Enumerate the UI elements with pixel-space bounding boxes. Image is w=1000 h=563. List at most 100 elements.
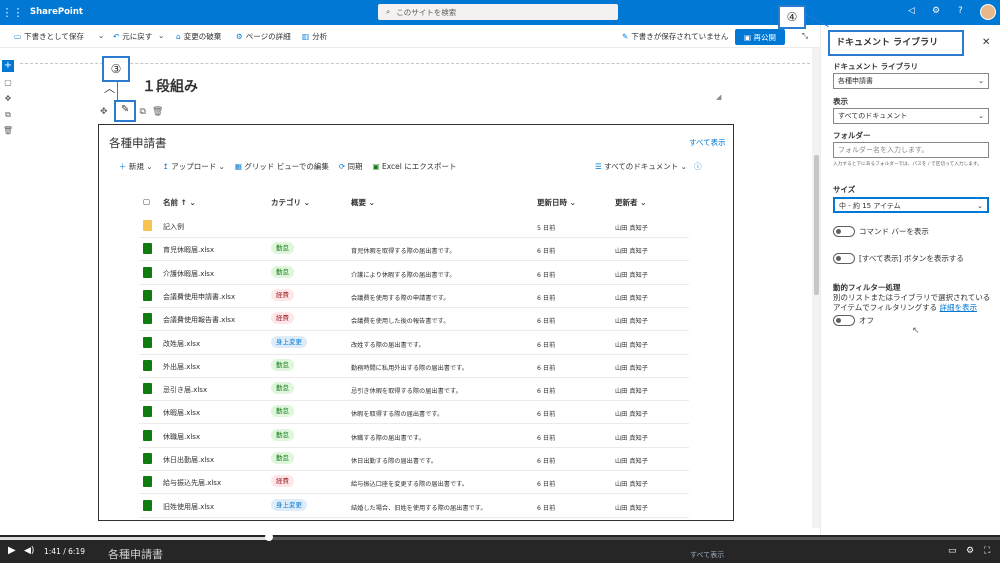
app-launcher-icon[interactable]: ⋮⋮ [0,0,25,25]
dynamic-filter-toggle[interactable] [833,315,855,326]
file-name[interactable]: 休職届.xlsx [163,432,200,442]
page-details-button[interactable]: ⚙ ページの詳細 [236,31,291,42]
table-row[interactable]: 旧姓使用届.xlsx 身上変更 結婚した場合、旧姓を使用する際の届出書です。 6 日前… [139,495,689,518]
summary-text: 改姓する際の届出書です。 [351,341,425,349]
file-name[interactable]: 休暇届.xlsx [163,408,200,418]
search-box[interactable]: ⌕ このサイトを検索 [378,4,618,20]
details-link[interactable]: 詳細を表示 [940,303,978,312]
excel-file-icon [143,313,152,325]
folder-input[interactable]: フォルダー名を入力します。 [833,142,989,158]
category-badge: 経費 [271,288,294,301]
comment-icon[interactable]: ▢ [2,78,14,90]
gear-icon[interactable]: ⚙ [932,6,940,16]
size-select[interactable]: 中 - 約 15 アイテム ⌄ [833,197,989,213]
dropdown-chevron-icon[interactable]: ⌄ [98,31,104,40]
plus-icon: ＋ [119,162,129,171]
collapse-icon[interactable]: ⤡ [802,31,808,41]
collapse-section-icon[interactable]: ︿ [104,80,115,96]
excel-file-icon [143,359,152,371]
new-button[interactable]: ＋ 新規 ⌄ [119,161,153,172]
modified-by: 山田 真知子 [615,504,648,512]
category-badge: 勤怠 [271,428,294,441]
avatar[interactable] [980,4,996,20]
column-modified-by[interactable]: 更新者 ⌄ [615,197,646,208]
move-icon[interactable]: ✥ [2,94,14,106]
copy-icon[interactable]: ⧉ [2,110,14,122]
move-icon[interactable]: ✥ [100,107,108,117]
callout-4: ④ [778,5,806,29]
table-row[interactable]: 介護休暇届.xlsx 勤怠 介護により休暇する際の届出書です。 6 日前 山田 真知子 [139,262,689,285]
sync-button[interactable]: ⟳ 同期 [339,161,363,172]
table-row[interactable]: 給与振込先届.xlsx 経費 給与振込口座を変更する際の届出書です。 6 日前 山田 真… [139,471,689,495]
edit-webpart-button[interactable]: ✎ [114,100,136,122]
file-name[interactable]: 休日出勤届.xlsx [163,455,214,465]
progress-knob[interactable] [265,533,273,541]
see-all-link[interactable]: すべて表示 [689,137,726,148]
export-excel-button[interactable]: ▣ Excel にエクスポート [373,161,457,172]
column-summary[interactable]: 概要 ⌄ [351,197,375,208]
file-name[interactable]: 介護休暇届.xlsx [163,269,214,279]
republish-button[interactable]: ▣ 再公開 [735,29,785,45]
duplicate-icon[interactable]: ⧉ [140,107,146,117]
file-name[interactable]: 改姓届.xlsx [163,339,200,349]
gear-icon[interactable]: ⚙ [966,546,974,556]
file-name[interactable]: 会議費使用報告書.xlsx [163,315,235,325]
undo-dropdown-icon[interactable]: ⌄ [158,31,164,40]
column-category[interactable]: カテゴリ ⌄ [271,197,310,208]
modified-by: 山田 真知子 [615,248,648,256]
captions-icon[interactable]: ▭ [948,546,957,556]
page-details-label: ページの詳細 [245,32,291,41]
table-row[interactable]: 休日出勤届.xlsx 勤怠 休日出勤する際の届出書です。 6 日前 山田 真知子 [139,448,689,471]
scrollbar-thumb[interactable] [814,155,819,295]
file-name[interactable]: 忌引き届.xlsx [163,385,207,395]
help-icon[interactable]: ? [958,6,963,16]
list-icon: ☰ [595,162,605,171]
view-select[interactable]: すべてのドキュメント ⌄ [833,108,989,124]
file-name[interactable]: 旧姓使用届.xlsx [163,502,214,512]
summary-text: 休職する際の届出書です。 [351,434,425,442]
table-row[interactable]: 会議費使用申請書.xlsx 経費 会議費を使用する際の申請書です。 6 日前 山田 真知… [139,285,689,308]
undo-button[interactable]: ↶ 元に戻す [113,31,152,42]
table-row[interactable]: 休職届.xlsx 勤怠 休職する際の届出書です。 6 日前 山田 真知子 [139,425,689,448]
file-name[interactable]: 会議費使用申請書.xlsx [163,292,235,302]
file-type-icon[interactable]: ▢ [143,197,150,206]
table-row[interactable]: 会議費使用報告書.xlsx 経費 会議費を使用した後の報告書です。 6 日前 山田 真知… [139,308,689,332]
upload-button[interactable]: ↥ アップロード ⌄ [163,161,225,172]
next-see-all-link[interactable]: すべて表示 [690,550,724,560]
grid-edit-button[interactable]: ▦ グリッド ビューでの編集 [235,161,329,172]
suite-bar: ⋮⋮ SharePoint ⌕ このサイトを検索 ◁ ⚙ ? [0,0,1000,25]
brand-name[interactable]: SharePoint [30,7,83,17]
analytics-button[interactable]: ▥ 分析 [302,31,327,42]
resize-icon[interactable]: ◢ [716,93,721,101]
volume-icon[interactable]: ◀) [24,546,34,556]
library-select[interactable]: 各種申請書 ⌄ [833,73,989,89]
table-row[interactable]: 忌引き届.xlsx 勤怠 忌引き休暇を取得する際の届出書です。 6 日前 山田 真知子 [139,378,689,402]
table-row[interactable]: 改姓届.xlsx 身上変更 改姓する際の届出書です。 6 日前 山田 真知子 [139,332,689,355]
folder-icon [143,220,152,231]
close-icon[interactable]: ✕ [982,37,990,48]
column-name[interactable]: 名前 ↑ ⌄ [163,197,196,208]
add-section-icon[interactable]: + [2,60,14,72]
table-row[interactable]: 記入例 5 日前 山田 真知子 [139,215,689,238]
view-selector[interactable]: ☰ すべてのドキュメント ⌄ ⓘ [595,161,702,172]
file-name[interactable]: 外出届.xlsx [163,362,200,372]
play-icon[interactable]: ▶ [8,545,16,556]
info-icon[interactable]: ⓘ [694,162,702,171]
library-value: 各種申請書 [838,77,873,85]
table-row[interactable]: 休暇届.xlsx 勤怠 休暇を取得する際の届出書です。 6 日前 山田 真知子 [139,401,689,425]
delete-icon[interactable]: 🗑 [2,126,14,138]
file-name[interactable]: 給与振込先届.xlsx [163,478,221,488]
file-name[interactable]: 記入例 [163,222,184,232]
table-row[interactable]: 外出届.xlsx 勤怠 勤務時間に私用外出する際の届出書です。 6 日前 山田 真知子 [139,355,689,378]
see-all-toggle[interactable] [833,253,855,264]
discard-button[interactable]: ⌂ 変更の破棄 [176,31,221,42]
megaphone-icon[interactable]: ◁ [908,6,915,16]
save-draft-button[interactable]: ▭ 下書きとして保存 [14,31,84,42]
fullscreen-icon[interactable]: ⛶ [984,546,990,556]
chevron-down-icon: ⌄ [977,202,983,210]
delete-icon[interactable]: 🗑 [152,107,163,117]
file-name[interactable]: 育児休暇届.xlsx [163,245,214,255]
table-row[interactable]: 育児休暇届.xlsx 勤怠 育児休暇を取得する際の届出書です。 6 日前 山田 真知子 [139,238,689,262]
command-bar-toggle[interactable] [833,226,855,237]
column-modified[interactable]: 更新日時 ⌄ [537,197,576,208]
